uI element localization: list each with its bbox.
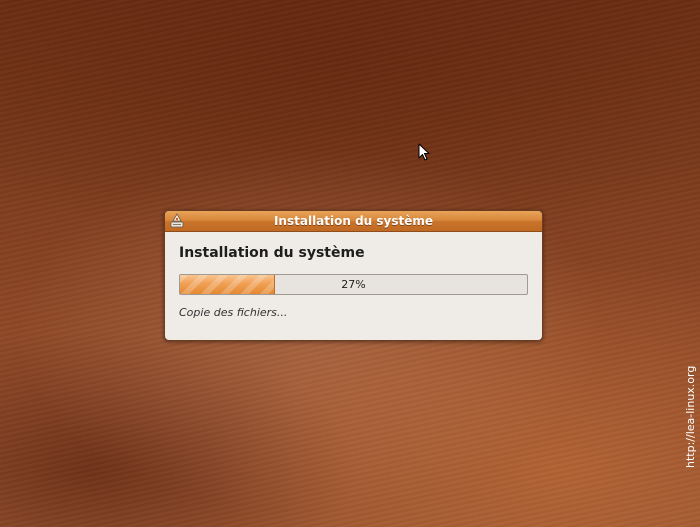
dialog-heading: Installation du système <box>179 245 365 261</box>
dialog-titlebar[interactable]: Installation du système <box>165 211 542 232</box>
progress-bar: 27% <box>179 274 528 295</box>
progress-label: 27% <box>341 278 366 291</box>
dialog-title: Installation du système <box>273 214 434 228</box>
mouse-pointer-icon <box>418 143 430 161</box>
watermark-url: http://lea-linux.org <box>684 365 697 468</box>
installation-dialog: Installation du système Installation du … <box>164 210 543 341</box>
status-text: Copie des fichiers... <box>179 306 288 319</box>
desktop: Installation du système Installation du … <box>0 0 700 527</box>
